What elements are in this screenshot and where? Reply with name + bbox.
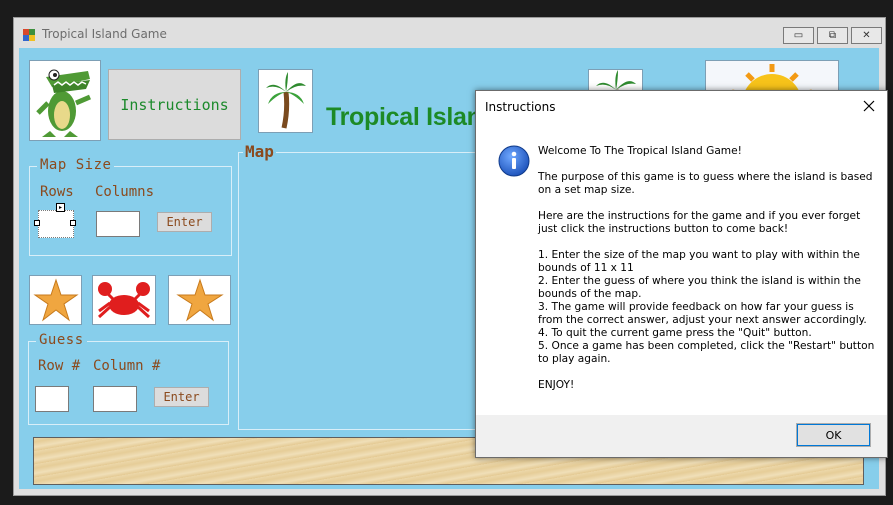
instructions-button[interactable]: Instructions	[108, 69, 241, 140]
minimize-button[interactable]: ▭	[783, 27, 814, 44]
ok-button-label: OK	[825, 428, 842, 442]
smart-tag-icon[interactable]: ▸	[56, 203, 65, 212]
starfish-image	[29, 275, 82, 325]
ok-button[interactable]: OK	[796, 423, 871, 447]
dialog-step-2: 2. Enter the guess of where you think th…	[538, 275, 861, 300]
map-size-enter-label: Enter	[166, 215, 203, 229]
maximize-button[interactable]: ⧉	[817, 27, 848, 44]
dialog-title-bar[interactable]: Instructions	[476, 91, 887, 123]
guess-legend: Guess	[36, 332, 87, 348]
info-icon	[498, 145, 530, 177]
minimize-icon: ▭	[793, 30, 804, 41]
guess-group: Guess	[28, 332, 229, 425]
app-icon	[23, 29, 35, 41]
title-bar[interactable]: Tropical Island Game ▭ ⧉ ✕	[14, 18, 885, 48]
instructions-button-label: Instructions	[120, 95, 229, 114]
guess-row-input[interactable]	[35, 386, 69, 412]
dialog-message: Welcome To The Tropical Island Game! The…	[538, 145, 878, 405]
rows-input[interactable]	[38, 210, 74, 238]
row-number-label: Row #	[38, 358, 81, 374]
map-legend: Map	[243, 142, 276, 161]
palm-tree-image	[258, 69, 313, 133]
resize-handle-right[interactable]	[70, 220, 76, 226]
dialog-close-button[interactable]	[861, 98, 877, 114]
close-icon	[863, 100, 875, 112]
dialog-step-3: 3. The game will provide feedback on how…	[538, 301, 867, 326]
crocodile-image	[29, 60, 101, 141]
dialog-closing: ENJOY!	[538, 379, 575, 391]
close-icon: ✕	[862, 30, 871, 41]
starfish-image-2	[168, 275, 231, 325]
guess-enter-label: Enter	[163, 390, 200, 404]
dialog-welcome: Welcome To The Tropical Island Game!	[538, 145, 742, 157]
close-button[interactable]: ✕	[851, 27, 882, 44]
guess-enter-button[interactable]: Enter	[154, 387, 209, 407]
window-title: Tropical Island Game	[42, 27, 167, 41]
dialog-step-5: 5. Once a game has been completed, click…	[538, 340, 875, 365]
maximize-icon: ⧉	[828, 30, 837, 41]
columns-input[interactable]	[96, 211, 140, 237]
dialog-step-4: 4. To quit the current game press the "Q…	[538, 327, 812, 339]
dialog-purpose: The purpose of this game is to guess whe…	[538, 171, 873, 196]
dialog-step-1: 1. Enter the size of the map you want to…	[538, 249, 860, 274]
dialog-body: Welcome To The Tropical Island Game! The…	[476, 123, 887, 415]
dialog-title: Instructions	[485, 100, 556, 114]
map-size-legend: Map Size	[37, 157, 115, 173]
crab-image	[92, 275, 156, 325]
guess-column-input[interactable]	[93, 386, 137, 412]
rows-label: Rows	[40, 184, 74, 200]
dialog-intro: Here are the instructions for the game a…	[538, 210, 861, 235]
map-size-enter-button[interactable]: Enter	[157, 212, 212, 232]
columns-label: Columns	[95, 184, 155, 200]
instructions-dialog: Instructions Welcome To The Tropical Isl…	[475, 90, 888, 458]
column-number-label: Column #	[93, 358, 161, 374]
resize-handle-left[interactable]	[34, 220, 40, 226]
